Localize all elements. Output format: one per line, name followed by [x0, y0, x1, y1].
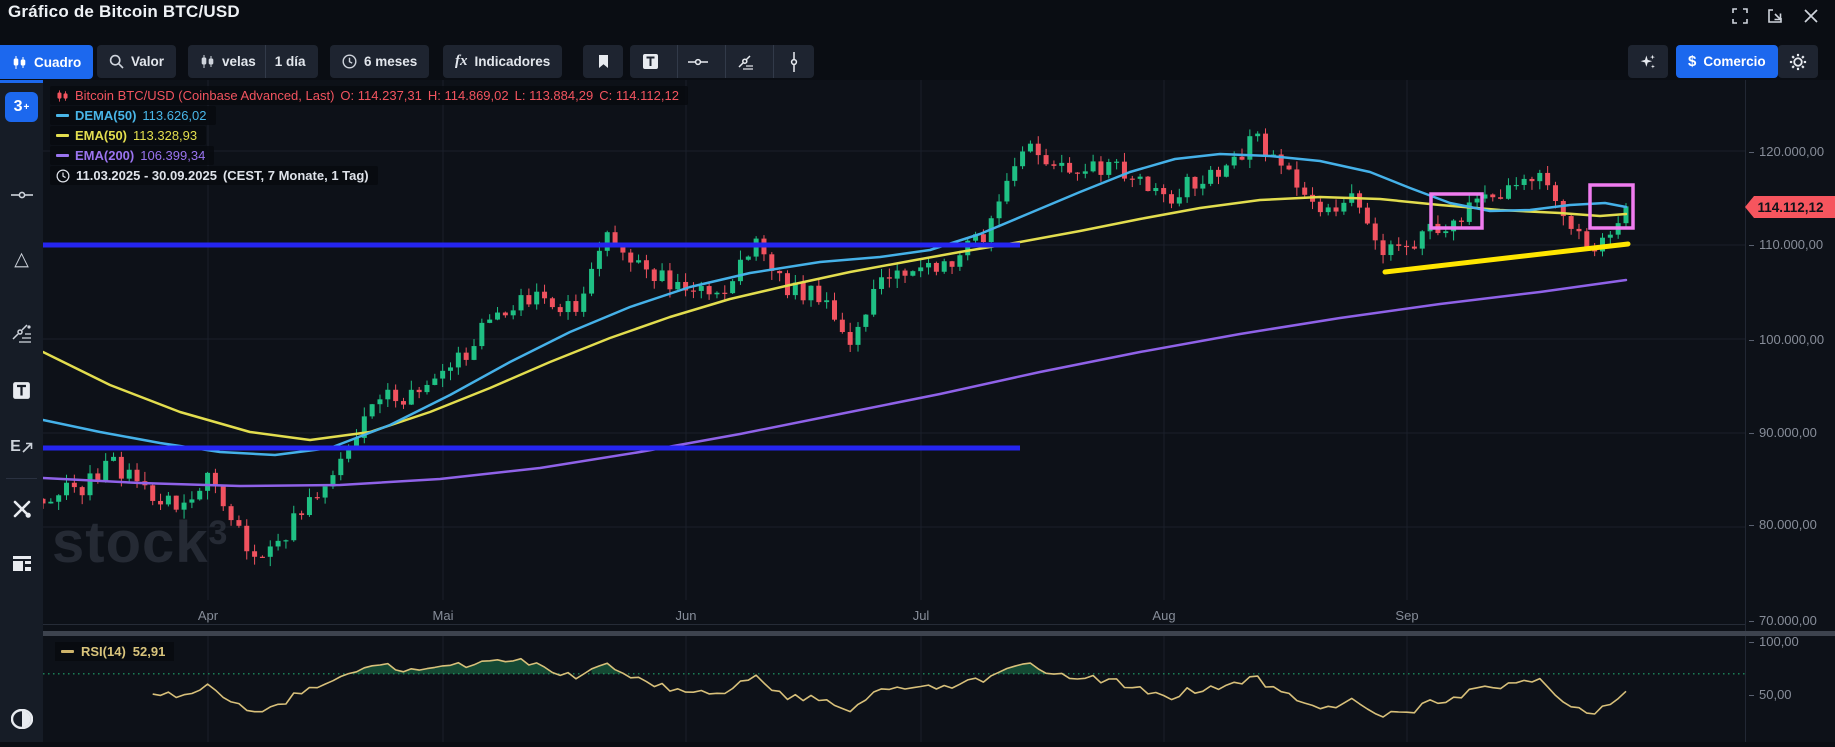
date-range: 11.03.2025 - 30.09.2025	[76, 168, 217, 183]
drawing-tools-group	[630, 45, 814, 78]
stock3-watermark: stock3	[52, 514, 228, 572]
price-axis[interactable]: 114.112,12 120.000,00 110.000,00 100.000,0…	[1745, 80, 1835, 742]
candles	[43, 128, 1629, 566]
gear-icon	[1789, 53, 1807, 71]
triangle-icon[interactable]: △	[0, 242, 43, 276]
price-axis-label: 120.000,00	[1749, 144, 1824, 160]
bookmark-icon	[583, 45, 623, 78]
vertical-line-tool[interactable]	[773, 45, 814, 78]
trend-channel-icon[interactable]	[0, 316, 43, 350]
open-value: 114.237,31	[358, 88, 422, 103]
month-label: Sep	[1387, 608, 1427, 623]
price-axis-label: 100.000,00	[1749, 332, 1824, 348]
symbol-search-label: Valor	[131, 54, 164, 69]
pane-splitter[interactable]	[43, 631, 1835, 636]
ema50-swatch	[56, 134, 69, 137]
fullscreen-icon[interactable]	[1729, 5, 1751, 27]
symbol-name: Bitcoin BTC/USD (Coinbase Advanced, Last…	[75, 88, 334, 103]
date-range-row[interactable]: 11.03.2025 - 30.09.2025 (CEST, 7 Monate,…	[50, 166, 378, 185]
last-price-badge: 114.112,12	[1745, 196, 1835, 218]
ema200-swatch	[56, 154, 69, 157]
dema-swatch	[56, 114, 69, 117]
price-axis-label: 70.000,00	[1749, 613, 1817, 629]
indicators-button[interactable]: fx Indicadores	[443, 45, 562, 78]
rsi-label: RSI(14)	[81, 644, 126, 659]
rsi-axis-label: 50,00	[1749, 687, 1792, 703]
month-label: Aug	[1144, 608, 1184, 623]
rsi-pane[interactable]	[43, 636, 1745, 742]
candle-interval-group[interactable]: velas 1 día	[188, 45, 318, 78]
stock3-tools-button[interactable]: 3+	[5, 92, 38, 122]
date-range-note: (CEST, 7 Monate, 1 Tag)	[223, 168, 369, 183]
ema200-legend-row[interactable]: EMA(200) 106.399,34	[50, 146, 214, 165]
trend-line-tool[interactable]	[725, 45, 766, 78]
trade-button[interactable]: $ Comercio	[1676, 45, 1778, 78]
tools-icon[interactable]	[0, 492, 43, 526]
symbol-legend-row[interactable]: Bitcoin BTC/USD (Coinbase Advanced, Last…	[50, 86, 688, 105]
chart-mode-button[interactable]: Cuadro	[0, 45, 93, 79]
rsi-legend-row[interactable]: RSI(14) 52,91	[55, 642, 174, 661]
month-label: Jun	[666, 608, 706, 623]
layout-templates-icon[interactable]	[0, 546, 43, 580]
time-axis[interactable]: Apr Mai Jun Jul Aug Sep	[43, 600, 1745, 631]
ema50-legend-row[interactable]: EMA(50) 113.328,93	[50, 126, 206, 145]
sidebar-divider	[6, 478, 37, 479]
horizontal-line-icon[interactable]	[0, 178, 43, 212]
rsi-axis-label: 100,00	[1749, 634, 1799, 650]
month-label: Mai	[423, 608, 463, 623]
rsi-overbought-fill	[592, 663, 623, 674]
text-note-tool[interactable]	[630, 45, 670, 78]
trade-label: Comercio	[1703, 54, 1765, 69]
settings-button[interactable]	[1778, 45, 1818, 78]
page-title: Gráfico de Bitcoin BTC/USD	[8, 2, 240, 22]
dema-legend-row[interactable]: DEMA(50) 113.626,02	[50, 106, 216, 125]
candle-type-label: velas	[222, 54, 256, 69]
sidebar-accent	[0, 80, 43, 83]
bookmark-button[interactable]	[583, 45, 623, 78]
title-bar: Gráfico de Bitcoin BTC/USD	[0, 0, 1835, 40]
ema200-label: EMA(200)	[75, 148, 134, 163]
close-icon[interactable]	[1800, 5, 1822, 27]
price-axis-label: 110.000,00	[1749, 237, 1823, 253]
range-button[interactable]: 6 meses	[330, 45, 429, 78]
price-axis-label: 90.000,00	[1749, 425, 1817, 441]
signature-tool-icon[interactable]: E	[0, 430, 43, 464]
ai-sparkle-button[interactable]	[1628, 45, 1668, 78]
ema50-value: 113.328,93	[133, 128, 197, 143]
close-value: 114.112,12	[616, 88, 679, 103]
ema200-value: 106.399,34	[140, 148, 205, 163]
drawing-sidebar: 3+ △ E	[0, 80, 43, 742]
month-label: Jul	[901, 608, 941, 623]
chart-legend: Bitcoin BTC/USD (Coinbase Advanced, Last…	[50, 86, 688, 185]
rsi-chart	[43, 636, 1745, 742]
range-label: 6 meses	[364, 54, 417, 69]
clock-icon	[56, 169, 70, 183]
time-axis-line	[43, 624, 1745, 625]
interval-label: 1 día	[275, 54, 306, 69]
dollar-icon: $	[1688, 53, 1696, 70]
low-value: 113.884,29	[529, 88, 593, 103]
sparkle-icon	[1639, 53, 1657, 71]
theme-contrast-icon[interactable]	[0, 702, 43, 736]
dema-label: DEMA(50)	[75, 108, 136, 123]
pop-out-icon[interactable]	[1764, 5, 1786, 27]
ema50-label: EMA(50)	[75, 128, 127, 143]
dema-value: 113.626,02	[142, 108, 206, 123]
text-tool-icon[interactable]	[0, 373, 43, 407]
rsi-overbought-fill	[349, 659, 553, 674]
candles-icon	[56, 89, 69, 103]
high-value: 114.869,02	[445, 88, 509, 103]
month-label: Apr	[188, 608, 228, 623]
indicators-label: Indicadores	[475, 54, 551, 69]
rsi-value: 52,91	[133, 644, 166, 659]
symbol-search-button[interactable]: Valor	[97, 45, 176, 78]
rsi-swatch	[61, 650, 74, 653]
horizontal-line-tool[interactable]	[677, 45, 718, 78]
fx-icon: fx	[455, 53, 468, 70]
price-axis-label: 80.000,00	[1749, 517, 1817, 533]
chart-mode-label: Cuadro	[34, 55, 81, 70]
